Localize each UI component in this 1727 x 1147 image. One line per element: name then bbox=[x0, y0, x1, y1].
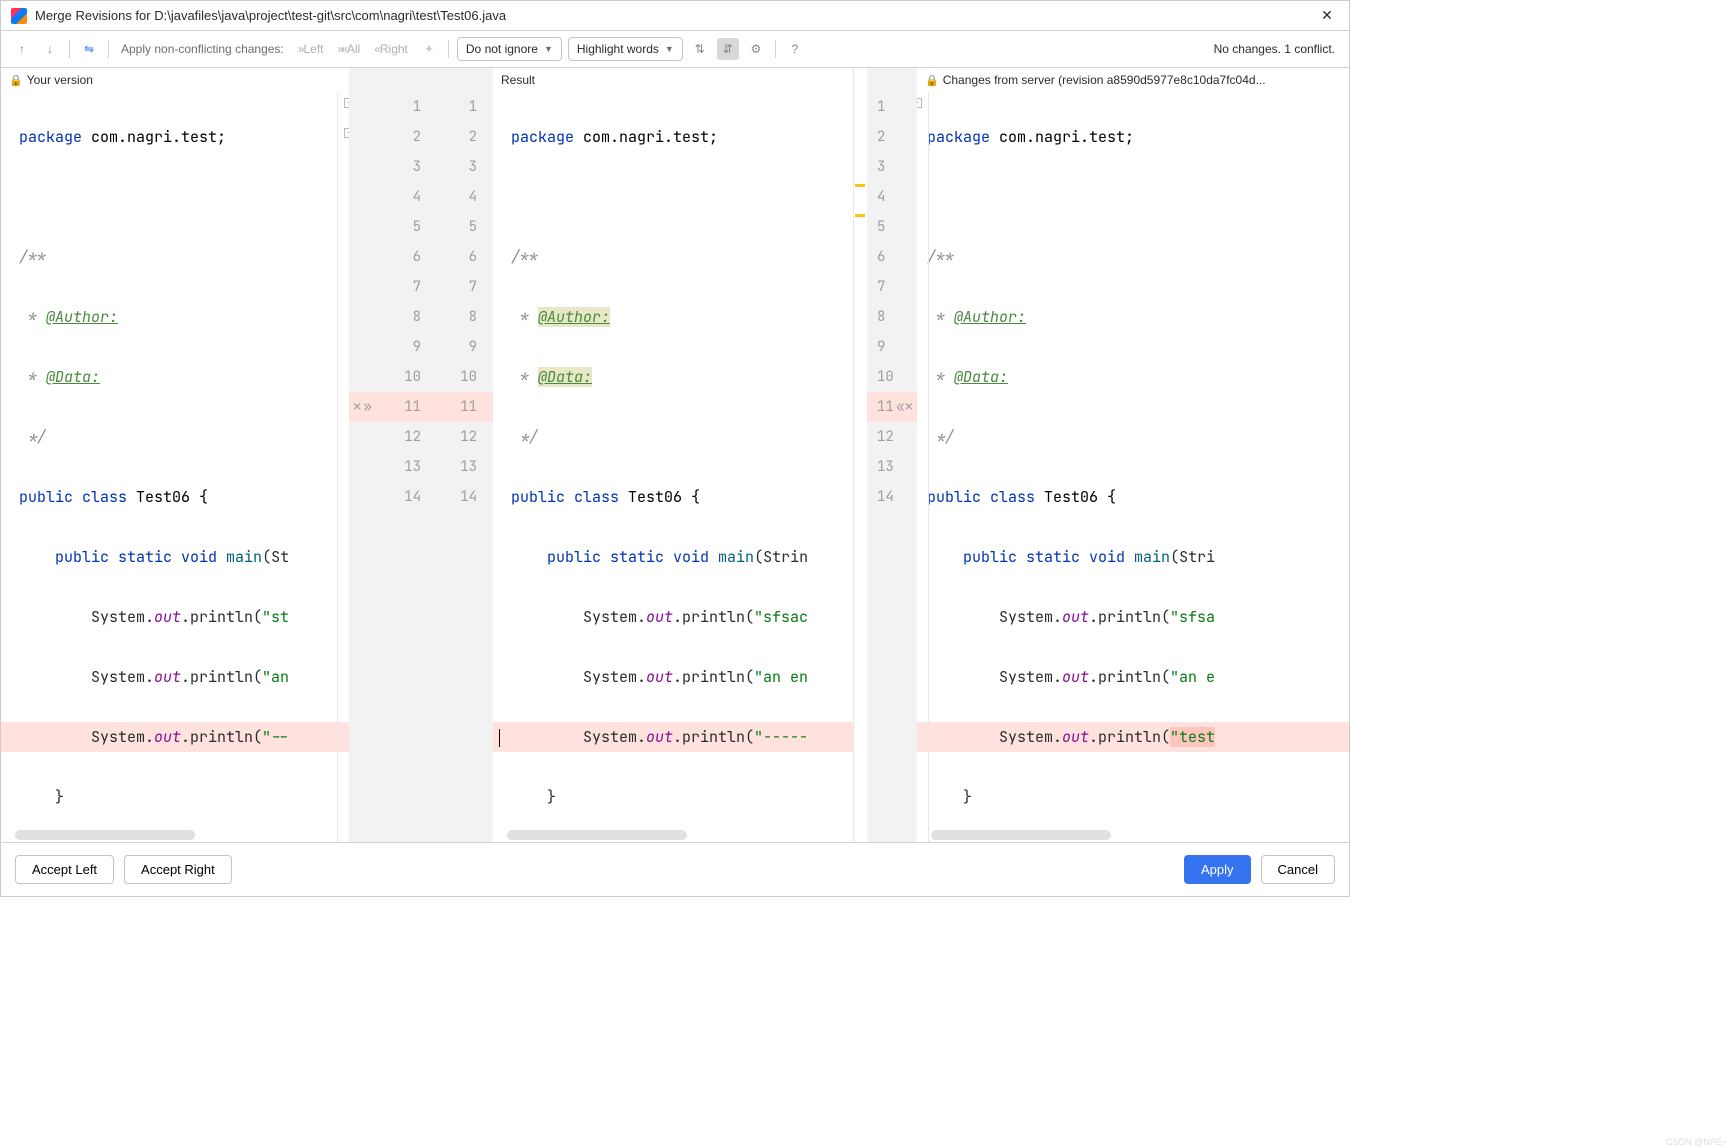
warning-marker[interactable] bbox=[855, 214, 865, 217]
apply-left-link[interactable]: » Left bbox=[294, 42, 328, 56]
window-title: Merge Revisions for D:\javafiles\java\pr… bbox=[35, 8, 1315, 23]
result-pane: Result package com.nagri.test; /** * @Au… bbox=[493, 68, 853, 842]
result-pane-title: Result bbox=[493, 68, 853, 92]
ignore-select[interactable]: Do not ignore▼ bbox=[457, 37, 562, 61]
right-pane-title: 🔒Changes from server (revision a8590d597… bbox=[917, 68, 1349, 92]
result-editor[interactable]: package com.nagri.test; /** * @Author: *… bbox=[493, 92, 853, 842]
separator bbox=[108, 40, 109, 58]
accept-icon[interactable]: « ✕ bbox=[896, 398, 913, 416]
lock-icon: 🔒 bbox=[925, 74, 939, 87]
h-scrollbar[interactable] bbox=[15, 830, 195, 840]
left-editor[interactable]: package com.nagri.test; /** * @Author: *… bbox=[1, 92, 349, 842]
chevron-down-icon: ▼ bbox=[544, 44, 553, 54]
footer: Accept Left Accept Right Apply Cancel CS… bbox=[1, 843, 1349, 896]
folding-strip: − bbox=[917, 92, 929, 842]
fold-marker-icon[interactable]: − bbox=[917, 98, 922, 108]
apply-nonconflict-label: Apply non-conflicting changes: bbox=[117, 42, 288, 56]
help-icon[interactable]: ? bbox=[784, 38, 806, 60]
next-diff-icon[interactable]: ↓ bbox=[39, 38, 61, 60]
separator bbox=[448, 40, 449, 58]
folding-strip: − − bbox=[337, 92, 349, 842]
left-pane: 🔒Your version package com.nagri.test; /*… bbox=[1, 68, 349, 842]
apply-right-link[interactable]: « Right bbox=[370, 42, 412, 56]
marker-strip[interactable] bbox=[853, 68, 867, 842]
separator bbox=[775, 40, 776, 58]
highlight-select[interactable]: Highlight words▼ bbox=[568, 37, 683, 61]
apply-button[interactable]: Apply bbox=[1184, 855, 1251, 884]
apply-all-link[interactable]: »« All bbox=[333, 42, 364, 56]
separator bbox=[69, 40, 70, 58]
h-scrollbar[interactable] bbox=[507, 830, 687, 840]
right-pane: 🔒Changes from server (revision a8590d597… bbox=[917, 68, 1349, 842]
cancel-button[interactable]: Cancel bbox=[1261, 855, 1335, 884]
intellij-logo-icon bbox=[11, 8, 27, 24]
prev-diff-icon[interactable]: ↑ bbox=[11, 38, 33, 60]
settings-icon[interactable]: ⚙ bbox=[745, 38, 767, 60]
text-cursor bbox=[499, 729, 500, 747]
reject-icon[interactable]: ✕ » bbox=[353, 398, 370, 416]
right-gutter: 1 2 3 4 5 6 7 8 9 10 11« ✕ 12 13 14 bbox=[867, 68, 917, 842]
titlebar: Merge Revisions for D:\javafiles\java\pr… bbox=[1, 1, 1349, 31]
close-icon[interactable]: ✕ bbox=[1315, 7, 1339, 24]
toolbar: ↑ ↓ ⇋ Apply non-conflicting changes: » L… bbox=[1, 31, 1349, 68]
compare-icon[interactable]: ⇋ bbox=[78, 38, 100, 60]
h-scrollbar[interactable] bbox=[931, 830, 1111, 840]
magic-resolve-icon[interactable]: ✦ bbox=[418, 38, 440, 60]
accept-left-button[interactable]: Accept Left bbox=[15, 855, 114, 884]
left-pane-title: 🔒Your version bbox=[1, 68, 349, 92]
diff-panels: 🔒Your version package com.nagri.test; /*… bbox=[1, 68, 1349, 843]
warning-marker[interactable] bbox=[855, 184, 865, 187]
right-editor[interactable]: package com.nagri.test; /** * @Author: *… bbox=[917, 92, 1349, 842]
status-text: No changes. 1 conflict. bbox=[1214, 42, 1339, 56]
mid-gutter: 1 2 3 4 5 6 7 8 9 10 11 12 13 14 bbox=[429, 68, 493, 842]
sync-scroll-icon[interactable]: ⇵ bbox=[717, 38, 739, 60]
merge-dialog: Merge Revisions for D:\javafiles\java\pr… bbox=[0, 0, 1350, 897]
accept-right-button[interactable]: Accept Right bbox=[124, 855, 232, 884]
left-gutter: 1 2 3 4 5 6 7 8 9 10 ✕ »11 12 13 14 bbox=[349, 68, 429, 842]
watermark: CSDN @NPE~ bbox=[1666, 1137, 1727, 1147]
collapse-icon[interactable]: ⇅ bbox=[689, 38, 711, 60]
chevron-down-icon: ▼ bbox=[665, 44, 674, 54]
lock-icon: 🔒 bbox=[9, 74, 23, 87]
